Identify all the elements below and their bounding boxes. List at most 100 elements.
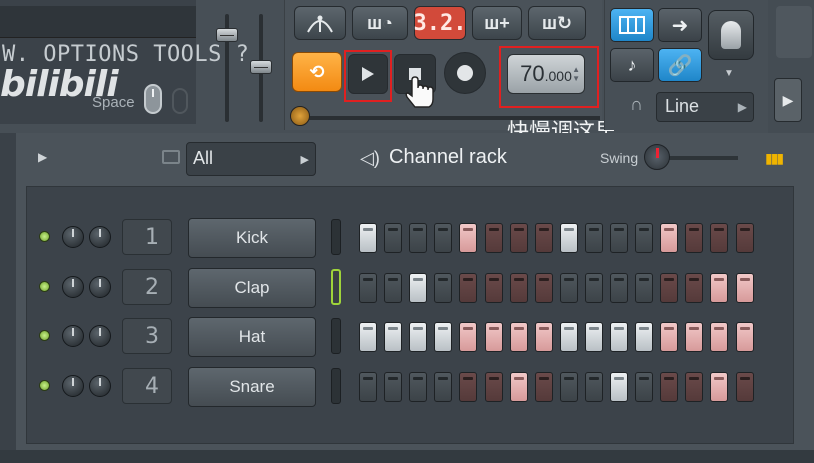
step-button[interactable] [559, 322, 578, 352]
channel-volume-knob[interactable] [62, 375, 84, 397]
step-button[interactable] [409, 322, 428, 352]
step-button[interactable] [685, 223, 704, 253]
channel-select-toggle[interactable] [331, 368, 341, 404]
step-button[interactable] [384, 273, 403, 303]
step-button[interactable] [635, 372, 654, 402]
rack-options-arrow-icon[interactable]: ▶ [38, 150, 47, 164]
step-button[interactable] [459, 322, 478, 352]
channel-name-button[interactable]: Kick [188, 218, 316, 258]
step-button[interactable] [735, 223, 754, 253]
piano-roll-button[interactable] [610, 8, 654, 42]
song-position-handle[interactable] [290, 106, 310, 126]
step-button[interactable] [384, 372, 403, 402]
step-button[interactable] [584, 223, 603, 253]
step-button[interactable] [559, 223, 578, 253]
step-button[interactable] [509, 273, 528, 303]
channel-select-toggle[interactable] [331, 318, 341, 354]
step-record-button[interactable]: ш◔ [352, 6, 408, 40]
step-button[interactable] [610, 223, 628, 253]
metronome-button[interactable] [294, 6, 346, 40]
step-button[interactable] [359, 372, 377, 402]
step-button[interactable] [409, 372, 428, 402]
step-button[interactable] [534, 372, 553, 402]
expand-button[interactable]: ▶ [774, 78, 802, 122]
step-button[interactable] [359, 223, 377, 253]
channel-pan-knob[interactable] [89, 325, 111, 347]
channel-filter-select[interactable]: All ▶ [186, 142, 316, 176]
step-button[interactable] [584, 273, 603, 303]
plugin-picker-button[interactable]: ♪ [610, 48, 654, 82]
channel-mute-led[interactable] [39, 231, 50, 242]
channel-volume-knob[interactable] [62, 226, 84, 248]
rack-menu-icon[interactable]: ▮▮▮ [765, 150, 784, 167]
step-button[interactable] [685, 273, 704, 303]
step-button[interactable] [735, 322, 754, 352]
channel-pan-knob[interactable] [89, 276, 111, 298]
step-button[interactable] [660, 372, 679, 402]
record-button[interactable] [444, 52, 486, 94]
step-button[interactable] [610, 322, 628, 352]
channel-pan-knob[interactable] [89, 375, 111, 397]
swing-knob[interactable] [644, 144, 670, 170]
step-button[interactable] [610, 273, 628, 303]
snap-select[interactable]: Line ▶ [656, 92, 754, 122]
step-button[interactable] [359, 322, 377, 352]
typing-keyboard-button[interactable]: ш+ [472, 6, 522, 40]
step-button[interactable] [660, 322, 679, 352]
channel-mixer-track[interactable]: 2 [122, 269, 172, 305]
step-button[interactable] [509, 372, 528, 402]
step-button[interactable] [434, 273, 453, 303]
channel-pan-knob[interactable] [89, 226, 111, 248]
link-button[interactable]: 🔗 [658, 48, 702, 82]
channel-mixer-track[interactable]: 4 [122, 368, 172, 404]
step-button[interactable] [710, 322, 729, 352]
step-button[interactable] [710, 273, 729, 303]
step-button[interactable] [384, 322, 403, 352]
step-button[interactable] [359, 273, 377, 303]
step-button[interactable] [710, 223, 729, 253]
channel-name-button[interactable]: Hat [188, 317, 316, 357]
pattern-display[interactable]: 3.2. [414, 6, 467, 40]
step-button[interactable] [459, 223, 478, 253]
step-button[interactable] [484, 372, 503, 402]
step-button[interactable] [459, 273, 478, 303]
step-button[interactable] [534, 223, 553, 253]
channel-mute-led[interactable] [39, 380, 50, 391]
master-knob[interactable] [708, 10, 754, 60]
step-button[interactable] [685, 372, 704, 402]
step-button[interactable] [534, 273, 553, 303]
channel-name-button[interactable]: Clap [188, 268, 316, 308]
step-button[interactable] [434, 372, 453, 402]
channel-select-toggle[interactable] [331, 269, 341, 305]
step-button[interactable] [584, 322, 603, 352]
step-button[interactable] [635, 223, 654, 253]
chevron-down-icon[interactable]: ▼ [724, 68, 734, 79]
step-button[interactable] [635, 322, 654, 352]
step-button[interactable] [735, 372, 754, 402]
step-button[interactable] [685, 322, 704, 352]
step-button[interactable] [409, 223, 428, 253]
step-button[interactable] [635, 273, 654, 303]
channel-name-button[interactable]: Snare [188, 367, 316, 407]
step-button[interactable] [384, 223, 403, 253]
step-button[interactable] [509, 322, 528, 352]
step-button[interactable] [735, 273, 754, 303]
step-button[interactable] [459, 372, 478, 402]
step-button[interactable] [660, 273, 679, 303]
step-button[interactable] [559, 372, 578, 402]
step-button[interactable] [484, 273, 503, 303]
step-button[interactable] [434, 223, 453, 253]
browser-button[interactable]: ➜ [658, 8, 702, 42]
master-volume-fader[interactable] [216, 28, 238, 42]
step-button[interactable] [534, 322, 553, 352]
step-button[interactable] [584, 372, 603, 402]
step-button[interactable] [434, 322, 453, 352]
step-button[interactable] [610, 372, 628, 402]
channel-volume-knob[interactable] [62, 325, 84, 347]
master-pitch-fader[interactable] [250, 60, 272, 74]
step-button[interactable] [710, 372, 729, 402]
channel-volume-knob[interactable] [62, 276, 84, 298]
step-button[interactable] [409, 273, 428, 303]
step-button[interactable] [559, 273, 578, 303]
loop-record-button[interactable]: ш↻ [528, 6, 586, 40]
